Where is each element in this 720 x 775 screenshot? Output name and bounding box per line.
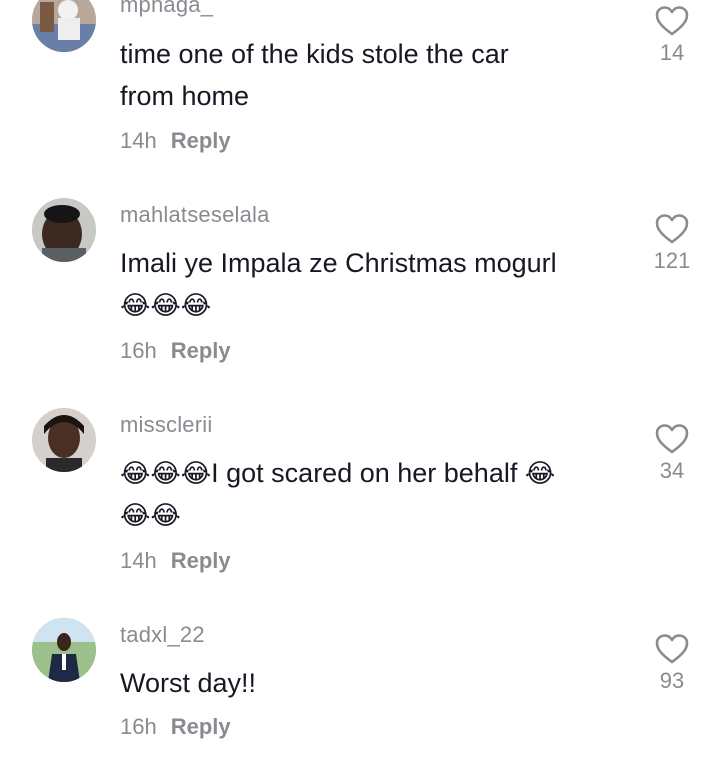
comment-text-line: 😂😂😂I got scared on her behalf 😂 bbox=[120, 452, 625, 494]
heart-outline-icon bbox=[648, 6, 696, 36]
like-count: 14 bbox=[659, 40, 685, 65]
reply-button[interactable]: Reply bbox=[171, 714, 231, 739]
avatar[interactable] bbox=[32, 0, 96, 52]
like-button[interactable]: 34 bbox=[648, 424, 696, 484]
comment-text: Imali ye Impala ze Christmas mogurl 😂😂😂 bbox=[120, 242, 625, 326]
comment-meta: 16h Reply bbox=[120, 338, 231, 364]
like-button[interactable]: 14 bbox=[648, 6, 696, 66]
comment-text: time one of the kids stole the car from … bbox=[120, 39, 509, 111]
comment-username[interactable]: mahlatseselala bbox=[120, 202, 270, 228]
emoji-sequence: 😂😂😂 bbox=[120, 458, 212, 488]
comment-text: Worst day!! bbox=[120, 668, 257, 698]
like-count: 93 bbox=[659, 668, 685, 693]
comment-text-line: Imali ye Impala ze Christmas mogurl bbox=[120, 248, 557, 278]
comment-meta: 14h Reply bbox=[120, 128, 231, 154]
reply-button[interactable]: Reply bbox=[171, 128, 231, 153]
reply-button[interactable]: Reply bbox=[171, 548, 231, 573]
emoji-sequence: 😂 bbox=[524, 458, 556, 488]
comment-username[interactable]: mphaga_ bbox=[120, 0, 213, 18]
comment-text-span: I got scared on her behalf bbox=[211, 458, 518, 488]
heart-outline-icon bbox=[648, 424, 696, 454]
like-button[interactable]: 93 bbox=[648, 634, 696, 694]
comment-username[interactable]: missclerii bbox=[120, 412, 212, 438]
comment-username[interactable]: tadxl_22 bbox=[120, 622, 205, 648]
avatar[interactable] bbox=[32, 198, 96, 262]
emoji-sequence: 😂😂 bbox=[120, 500, 181, 530]
like-count: 34 bbox=[659, 458, 685, 483]
reply-button[interactable]: Reply bbox=[171, 338, 231, 363]
comment-time: 16h bbox=[120, 714, 157, 739]
heart-outline-icon bbox=[648, 634, 696, 664]
comment-text: 😂😂😂I got scared on her behalf 😂 😂😂 bbox=[120, 452, 625, 536]
comment-time: 14h bbox=[120, 548, 157, 573]
comment-meta: 16h Reply bbox=[120, 714, 231, 740]
comment-meta: 14h Reply bbox=[120, 548, 231, 574]
comment-time: 14h bbox=[120, 128, 157, 153]
heart-outline-icon bbox=[648, 214, 696, 244]
comment-time: 16h bbox=[120, 338, 157, 363]
emoji-sequence: 😂😂😂 bbox=[120, 290, 212, 320]
like-button[interactable]: 121 bbox=[648, 214, 696, 274]
avatar[interactable] bbox=[32, 408, 96, 472]
avatar[interactable] bbox=[32, 618, 96, 682]
like-count: 121 bbox=[653, 248, 691, 273]
